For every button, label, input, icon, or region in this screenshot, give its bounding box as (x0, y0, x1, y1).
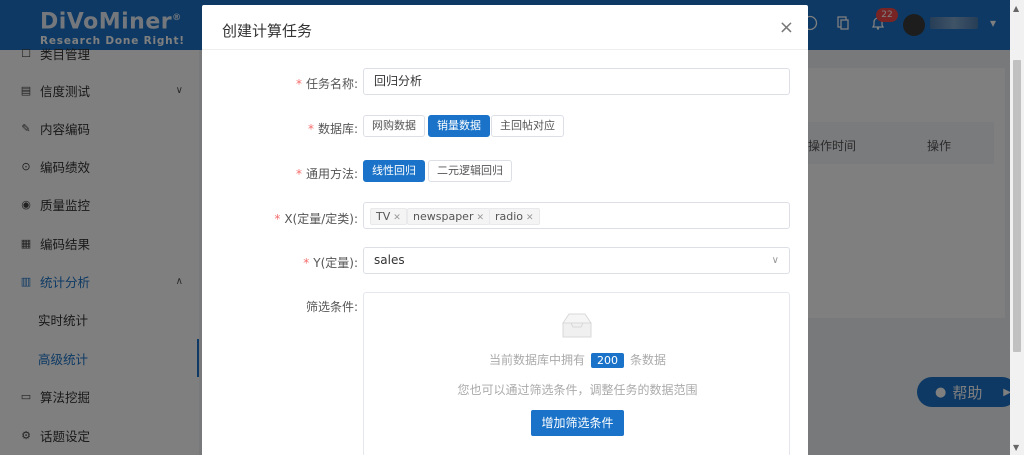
add-filter-button[interactable]: 增加筛选条件 (531, 410, 624, 436)
close-icon[interactable]: × (779, 17, 794, 38)
scroll-up-icon[interactable]: ▲ (1013, 4, 1019, 13)
x-variables-label: * X(定量/定类): (274, 212, 358, 226)
x-variables-select[interactable]: TV ✕ newspaper ✕ radio ✕ (363, 202, 790, 229)
record-count-badge: 200 (591, 353, 624, 368)
scroll-thumb[interactable] (1013, 60, 1021, 352)
method-option-logistic[interactable]: 二元逻辑回归 (428, 160, 512, 182)
filter-hint: 您也可以通过筛选条件，调整任务的数据范围 (457, 383, 698, 397)
empty-inbox-icon (559, 311, 595, 339)
page: DiVoMiner® Research Done Right! 22 ▾ ☐ 类… (0, 0, 1024, 455)
filter-panel: 当前数据库中拥有 200 条数据 您也可以通过筛选条件，调整任务的数据范围 增加筛选… (363, 292, 790, 455)
method-option-linear[interactable]: 线性回归 (363, 160, 425, 182)
tag-close-icon[interactable]: ✕ (526, 213, 534, 223)
divider (202, 49, 808, 50)
database-option-reply[interactable]: 主回帖对应 (491, 115, 564, 137)
method-label: * 通用方法: (295, 167, 358, 181)
tag-radio: radio ✕ (489, 208, 540, 225)
y-variable-select[interactable]: sales ∨ (363, 247, 790, 274)
tag-close-icon[interactable]: ✕ (476, 213, 484, 223)
database-option-online[interactable]: 网购数据 (363, 115, 425, 137)
dialog-title: 创建计算任务 (222, 22, 313, 40)
tag-tv: TV ✕ (370, 208, 407, 225)
y-variable-label: * Y(定量): (303, 256, 358, 270)
filter-label: 筛选条件: (305, 300, 358, 314)
scrollbar[interactable]: ▲ ▼ (1010, 0, 1024, 455)
create-task-dialog: 创建计算任务 × * 任务名称: 回归分析 * 数据库: 网购数据 销量数据 主回帖… (202, 5, 808, 455)
tag-newspaper: newspaper ✕ (407, 208, 491, 225)
task-name-input[interactable]: 回归分析 (363, 68, 790, 95)
chevron-down-icon: ∨ (771, 255, 779, 266)
database-label: * 数据库: (307, 122, 358, 136)
record-count-line: 当前数据库中拥有 200 条数据 (488, 353, 667, 368)
scroll-down-icon[interactable]: ▼ (1013, 443, 1019, 452)
task-name-label: * 任务名称: (295, 77, 358, 91)
database-option-sales[interactable]: 销量数据 (428, 115, 490, 137)
tag-close-icon[interactable]: ✕ (393, 213, 401, 223)
